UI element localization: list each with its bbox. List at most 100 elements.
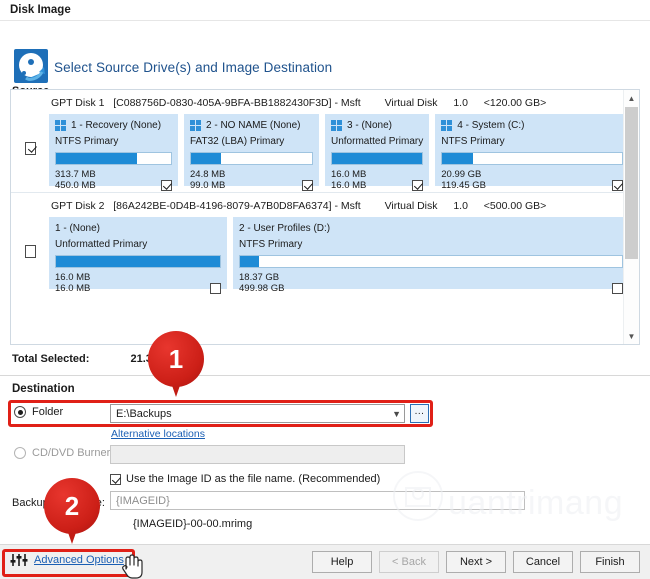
destination-folder-value: E:\Backups (116, 408, 172, 420)
partition-sizes: 16.0 MB 16.0 MB (55, 272, 90, 294)
partition-used: 24.8 MB (190, 169, 225, 180)
back-button: < Back (379, 551, 439, 573)
partition-total: 99.0 MB (190, 180, 225, 191)
partition-card[interactable]: 2 - User Profiles (D:) NTFS Primary 18.3… (233, 217, 629, 289)
partition-usage-bar (441, 152, 623, 165)
disk-1-title-prefix: GPT Disk 1 (51, 97, 104, 109)
cd-burner-radio[interactable] (14, 447, 26, 459)
hand-cursor-icon (119, 553, 143, 579)
partition-filesystem: NTFS Primary (441, 136, 623, 147)
partition-name: 4 - System (C:) (457, 120, 524, 131)
disk-1-bus: Virtual Disk (385, 97, 438, 109)
partition-checkbox[interactable] (210, 283, 221, 294)
destination-folder-combobox[interactable]: E:\Backups ▼ (110, 404, 405, 423)
scroll-down-icon[interactable]: ▼ (624, 328, 639, 344)
backup-file-name-label: Backup File Name: (12, 497, 105, 509)
partition-sizes: 313.7 MB 450.0 MB (55, 169, 96, 191)
disk-1-select-checkbox[interactable] (25, 142, 36, 155)
partition-total: 450.0 MB (55, 180, 96, 191)
disk-2-id: [86A242BE-0D4B-4196-8079-A7B0D8FA6374] -… (113, 200, 360, 212)
use-image-id-row[interactable]: Use the Image ID as the file name. (Reco… (110, 473, 380, 485)
partition-checkbox[interactable] (412, 180, 423, 191)
disk-1-id: [C088756D-0830-405A-9BFA-BB1882430F3D] -… (113, 97, 360, 109)
partition-used: 18.37 GB (239, 272, 284, 283)
disk-2-capacity: <500.00 GB> (484, 200, 546, 212)
scrollbar-thumb[interactable] (625, 107, 638, 259)
partition-used: 16.0 MB (331, 169, 366, 180)
advanced-options-group[interactable]: Advanced Options (10, 553, 124, 567)
partition-card[interactable]: 2 - NO NAME (None) FAT32 (LBA) Primary 2… (184, 114, 319, 186)
partition-checkbox[interactable] (612, 283, 623, 294)
partition-filesystem: FAT32 (LBA) Primary (190, 136, 313, 147)
partition-usage-bar (55, 152, 172, 165)
total-selected-value: 21.34 GB (131, 353, 178, 365)
finish-button[interactable]: Finish (580, 551, 640, 573)
cd-burner-combobox (110, 445, 405, 464)
partition-checkbox[interactable] (302, 180, 313, 191)
partition-sizes: 24.8 MB 99.0 MB (190, 169, 225, 191)
partition-usage-bar (190, 152, 313, 165)
disk-1-version: 1.0 (453, 97, 468, 109)
partition-name: 1 - Recovery (None) (71, 120, 161, 131)
partition-usage-bar (331, 152, 423, 165)
help-button[interactable]: Help (312, 551, 372, 573)
disk-1-title: GPT Disk 1 [C088756D-0830-405A-9BFA-BB18… (11, 90, 639, 114)
cancel-button[interactable]: Cancel (513, 551, 573, 573)
windows-flag-icon (190, 120, 201, 131)
folder-radio-row[interactable]: Folder (14, 406, 63, 418)
chevron-down-icon[interactable]: ▼ (392, 409, 401, 419)
disk-2-bus: Virtual Disk (385, 200, 438, 212)
source-list-scrollbar[interactable]: ▲ ▼ (623, 90, 639, 344)
partition-card[interactable]: 3 - (None) Unformatted Primary 16.0 MB 1… (325, 114, 429, 186)
disk-2-select-checkbox[interactable] (25, 245, 36, 258)
total-selected: Total Selected: 21.34 GB (12, 353, 178, 365)
alternative-locations-link[interactable]: Alternative locations (111, 428, 205, 440)
disk-1-capacity: <120.00 GB> (484, 97, 546, 109)
backup-file-name-input[interactable]: {IMAGEID} (110, 491, 525, 510)
partition-total: 119.45 GB (441, 180, 486, 191)
scroll-up-icon[interactable]: ▲ (624, 90, 639, 106)
windows-flag-icon (55, 120, 66, 131)
window-title: Disk Image (0, 0, 650, 20)
partition-checkbox[interactable] (612, 180, 623, 191)
backup-file-name-preview: {IMAGEID}-00-00.mrimg (133, 518, 252, 530)
source-drive-list[interactable]: GPT Disk 1 [C088756D-0830-405A-9BFA-BB18… (10, 89, 640, 345)
partition-filesystem: NTFS Primary (239, 239, 623, 250)
partition-card[interactable]: 1 - (None) Unformatted Primary 16.0 MB 1… (49, 217, 227, 289)
disk-image-icon (14, 49, 48, 83)
page-title: Select Source Drive(s) and Image Destina… (54, 60, 332, 75)
footer-buttons: Help < Back Next > Cancel Finish (312, 551, 640, 573)
sliders-icon (10, 553, 28, 567)
advanced-options-link[interactable]: Advanced Options (34, 554, 124, 566)
windows-flag-icon (331, 120, 342, 131)
next-button[interactable]: Next > (446, 551, 506, 573)
partition-card[interactable]: 1 - Recovery (None) NTFS Primary 313.7 M… (49, 114, 178, 186)
partition-name: 3 - (None) (347, 120, 392, 131)
backup-file-name-value: {IMAGEID} (116, 495, 170, 507)
folder-radio[interactable] (14, 406, 26, 418)
browse-folder-button[interactable]: ... (410, 404, 429, 423)
partition-sizes: 18.37 GB 499.98 GB (239, 272, 284, 294)
partition-used: 16.0 MB (55, 272, 90, 283)
partition-card[interactable]: 4 - System (C:) NTFS Primary 20.99 GB 11… (435, 114, 629, 186)
partition-name: 1 - (None) (55, 223, 100, 234)
partition-name: 2 - NO NAME (None) (206, 120, 300, 131)
total-selected-label: Total Selected: (12, 353, 89, 365)
folder-radio-label: Folder (32, 406, 63, 418)
cd-radio-row[interactable]: CD/DVD Burner (14, 447, 110, 459)
destination-section-label: Destination (12, 383, 75, 395)
use-image-id-label: Use the Image ID as the file name. (Reco… (126, 473, 380, 485)
footer-bar: Advanced Options Help < Back Next > Canc… (0, 544, 650, 579)
partition-used: 313.7 MB (55, 169, 96, 180)
disk-2-version: 1.0 (453, 200, 468, 212)
use-image-id-checkbox[interactable] (110, 474, 121, 485)
partition-checkbox[interactable] (161, 180, 172, 191)
partition-total: 499.98 GB (239, 283, 284, 294)
disk-group-1: GPT Disk 1 [C088756D-0830-405A-9BFA-BB18… (11, 90, 639, 193)
partition-total: 16.0 MB (331, 180, 366, 191)
divider (0, 375, 650, 376)
disk-2-title: GPT Disk 2 [86A242BE-0D4B-4196-8079-A7B0… (11, 193, 639, 217)
cd-burner-label: CD/DVD Burner (32, 447, 110, 459)
partition-usage-bar (55, 255, 221, 268)
page-header: Select Source Drive(s) and Image Destina… (0, 20, 650, 82)
